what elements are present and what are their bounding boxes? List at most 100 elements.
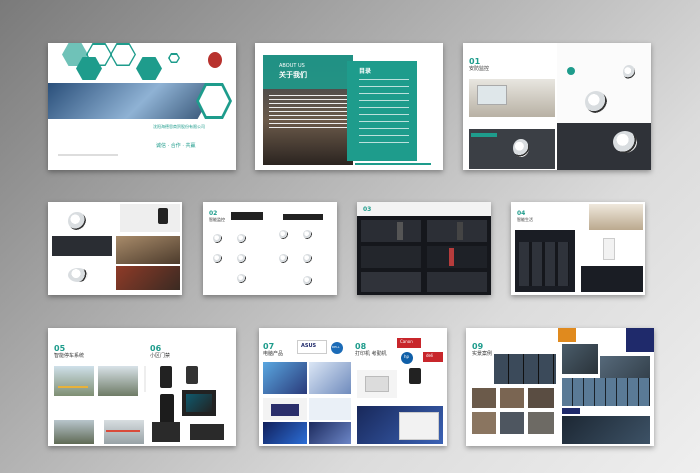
laptop-product [271, 404, 299, 416]
intercom-device [186, 366, 198, 384]
pc-ad-photo [309, 422, 351, 444]
laptop-ad-photo [309, 362, 351, 394]
section-number: 03 [363, 206, 372, 213]
control-room-photo [562, 344, 598, 374]
camera-bullet-icon [613, 131, 637, 153]
monitor-wall-photo [494, 354, 556, 384]
accent-block-navy [626, 328, 654, 352]
section-number: 01 [469, 57, 481, 66]
doorlock-device [397, 222, 403, 240]
spread-cover: 沈阳海德思商贸股份有限公司 诚信 · 合作 · 共赢 [48, 43, 236, 170]
product-white [603, 238, 615, 260]
hexagon-outline-decoration [110, 43, 136, 66]
spread-section-03: 03 [357, 202, 491, 295]
camera-product-icon [623, 65, 635, 79]
doorlock-photo [427, 272, 487, 292]
case-photo [528, 388, 554, 408]
product-camera-black [158, 208, 168, 224]
parking-barrier [58, 386, 88, 388]
canon-logo: Canon [400, 339, 413, 344]
about-bottom-line [355, 163, 431, 165]
room-photo [589, 204, 643, 230]
deli-logo: deli [426, 353, 434, 358]
printer-product [365, 376, 389, 392]
section-number: 05 [54, 344, 66, 353]
section-title: 电脑产品 [263, 351, 284, 357]
night-photo [562, 416, 650, 444]
section-title: 小区门禁 [150, 353, 171, 359]
parking-gate-photo [54, 366, 94, 396]
parking-photo [54, 420, 94, 444]
about-title-band [263, 55, 353, 89]
spread-section-09: 09 实景案例 [466, 328, 654, 446]
camera-product-icon [303, 276, 312, 285]
tablet-device [190, 424, 224, 440]
screen-wall-photo [562, 378, 650, 406]
doorlock-photo [361, 220, 421, 242]
spread-section-04: 04 智能生活 [511, 202, 645, 295]
camera-product-icon [237, 254, 246, 263]
camera-product-icon [303, 254, 312, 263]
product-photo [120, 204, 180, 232]
case-photo [500, 412, 524, 434]
hexagon-decoration [136, 57, 162, 80]
device-grid [519, 242, 569, 286]
cover-divider [58, 154, 118, 156]
parking-gate-photo [98, 366, 138, 396]
spread-section-07-08: 07 电脑产品 ASUS DELL 08 打印机 考勤机 Canon hp de… [259, 328, 447, 446]
camera-product-icon [213, 234, 222, 243]
room-window [477, 85, 507, 105]
camera-product-icon [303, 230, 312, 239]
section-title: 安防监控 [469, 66, 490, 72]
section-number: 02 [209, 210, 218, 217]
camera-bullet-photo [557, 123, 651, 170]
white-header-area [357, 202, 491, 216]
doorlock-device [457, 222, 463, 240]
section-number: 09 [472, 342, 484, 351]
case-photo [528, 412, 554, 434]
cover-building-photo [48, 83, 218, 119]
product-banner [283, 214, 323, 220]
product-banner [231, 212, 263, 220]
canvas: { "colors": {"accent": "#1e9c8c", "dark"… [0, 0, 700, 473]
spread-section-01: 01 安防监控 [463, 43, 651, 170]
section-title: 打印机 考勤机 [355, 351, 387, 357]
camera-product-icon [237, 274, 246, 283]
intercom-screen-glow [186, 394, 212, 412]
case-photo [500, 388, 524, 408]
spread-product-a [48, 202, 182, 295]
scene-photo [116, 236, 180, 264]
case-photo [472, 388, 496, 408]
section-title: 智能监控 [209, 217, 225, 222]
toc-lines [359, 79, 409, 145]
brand-dot [567, 67, 575, 75]
camera-product-icon [68, 212, 86, 230]
cover-company-name: 沈阳海德思商贸股份有限公司 [153, 124, 205, 129]
doorlock-device [449, 248, 454, 266]
spread-section-06-page: 06 小区门禁 [146, 328, 236, 446]
spread-section-02: 02 智能监控 [203, 202, 337, 295]
camera-product-icon [213, 254, 222, 263]
section-number: 08 [355, 342, 367, 351]
section-number: 04 [517, 210, 526, 217]
section-number: 06 [150, 344, 162, 353]
dark-banner [52, 236, 112, 256]
toc-title: 目录 [359, 68, 372, 75]
laptop-product-photo [309, 398, 351, 420]
intercom-device [160, 394, 174, 424]
attendance-device [409, 368, 421, 384]
hp-logo: hp [404, 354, 410, 359]
cover-slogan: 诚信 · 合作 · 共赢 [156, 143, 196, 149]
asus-logo: ASUS [301, 343, 317, 349]
about-heading-cn: 关于我们 [279, 71, 307, 79]
camera-product-icon [237, 234, 246, 243]
logo-seal [208, 52, 222, 68]
camera-product-icon [513, 139, 529, 157]
hexagon-outline-decoration [168, 53, 180, 63]
dell-logo: DELL [332, 345, 340, 349]
section-number: 07 [263, 342, 275, 351]
accent-block-navy [562, 408, 580, 414]
about-heading-en: ABOUT US [279, 63, 305, 69]
case-photo [472, 412, 496, 434]
dark-product-photo [581, 266, 643, 292]
